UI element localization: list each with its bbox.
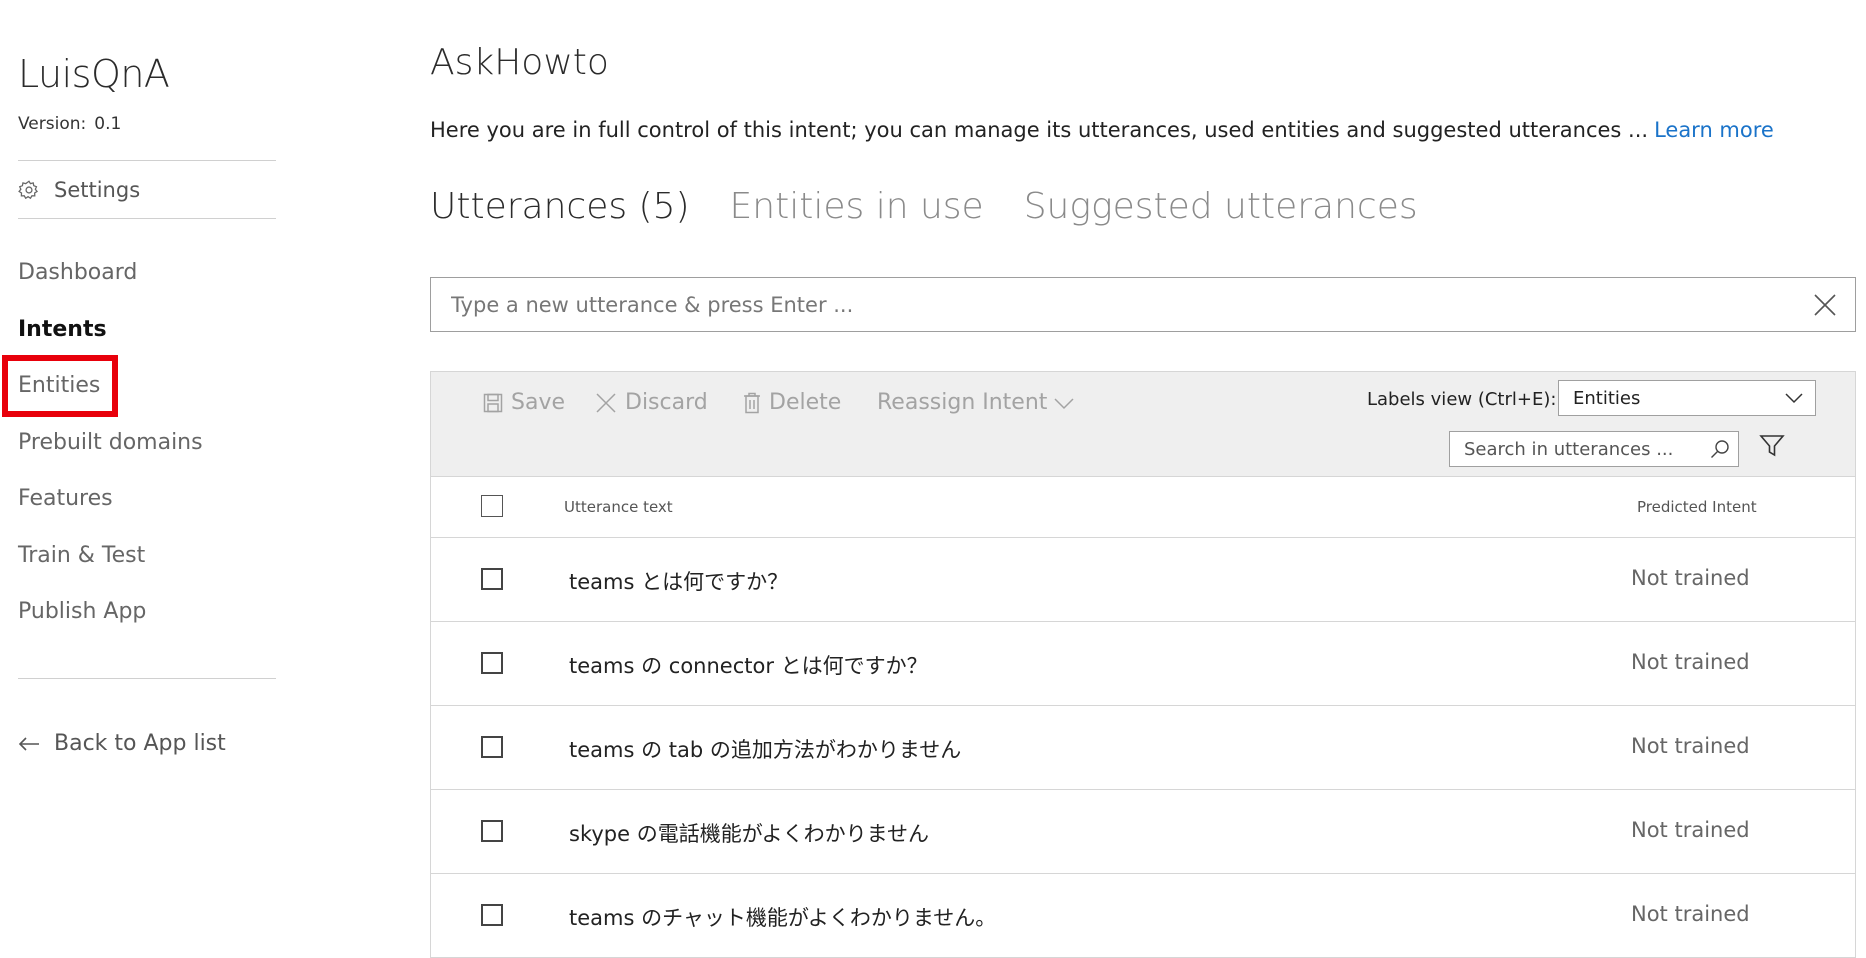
table-row: teams の connector とは何ですか？ Not trained — [431, 622, 1855, 706]
labels-view-value: Entities — [1573, 387, 1641, 409]
predicted-intent: Not trained — [1631, 818, 1750, 842]
intent-description: Here you are in full control of this int… — [430, 118, 1774, 142]
delete-label: Delete — [769, 390, 842, 415]
predicted-intent: Not trained — [1631, 734, 1750, 758]
save-label: Save — [511, 390, 566, 415]
tab-entities-in-use[interactable]: Entities in use — [730, 186, 984, 227]
version-label: Version: — [18, 114, 87, 134]
table-row: teams とは何ですか？ Not trained — [431, 538, 1855, 622]
app-name: LuisQnA — [18, 52, 170, 96]
clear-button[interactable] — [1795, 278, 1855, 331]
predicted-intent: Not trained — [1631, 902, 1750, 926]
back-to-app-list-link[interactable]: Back to App list — [18, 731, 226, 756]
labels-view-select[interactable]: Entities — [1558, 380, 1816, 416]
learn-more-link[interactable]: Learn more — [1654, 118, 1774, 142]
chevron-down-icon — [1054, 397, 1074, 409]
close-icon — [596, 392, 616, 413]
column-header-predicted-intent: Predicted Intent — [1637, 498, 1757, 516]
save-button[interactable]: Save — [483, 390, 565, 415]
sidebar-item-intents[interactable]: Intents — [18, 317, 107, 342]
row-checkbox[interactable] — [481, 736, 503, 758]
utterance-text[interactable]: teams の connector とは何ですか？ — [569, 650, 928, 680]
row-checkbox[interactable] — [481, 904, 503, 926]
search-button[interactable] — [1702, 439, 1738, 459]
gear-icon — [18, 180, 39, 200]
tab-suggested-utterances[interactable]: Suggested utterances — [1024, 186, 1418, 227]
back-label: Back to App list — [54, 731, 226, 756]
new-utterance-input[interactable] — [431, 277, 1795, 332]
table-row: teams のチャット機能がよくわかりません。 Not trained — [431, 874, 1855, 957]
sidebar-divider — [18, 218, 276, 219]
column-header-utterance: Utterance text — [564, 498, 673, 516]
row-checkbox[interactable] — [481, 652, 503, 674]
discard-label: Discard — [625, 390, 708, 415]
grid-toolbar: Save Discard Delete Reassign Intent Labe… — [431, 372, 1855, 477]
settings-label: Settings — [54, 178, 141, 202]
discard-button[interactable]: Discard — [595, 390, 708, 415]
settings-link[interactable]: Settings — [18, 178, 140, 202]
sidebar-item-publish-app[interactable]: Publish App — [18, 599, 146, 624]
tab-bar: Utterances (5) Entities in use Suggested… — [430, 186, 1458, 227]
highlight-box — [2, 355, 118, 417]
search-utterances-input[interactable] — [1450, 437, 1702, 461]
sidebar-divider — [18, 160, 276, 161]
row-checkbox[interactable] — [481, 820, 503, 842]
version-value: 0.1 — [94, 114, 122, 134]
sidebar-item-dashboard[interactable]: Dashboard — [18, 260, 137, 285]
select-all-checkbox[interactable] — [481, 495, 503, 517]
utterance-text[interactable]: teams のチャット機能がよくわかりません。 — [569, 902, 996, 932]
search-icon — [1711, 440, 1729, 458]
sidebar: LuisQnA Version: 0.1 Settings Dashboard I… — [0, 0, 300, 951]
description-text: Here you are in full control of this int… — [430, 118, 1649, 142]
reassign-label: Reassign Intent — [877, 390, 1048, 415]
labels-view-label: Labels view (Ctrl+E): — [1367, 389, 1557, 410]
filter-button[interactable] — [1759, 434, 1785, 462]
search-utterances-box — [1449, 431, 1739, 467]
filter-icon — [1759, 435, 1785, 457]
trash-icon — [744, 392, 760, 413]
utterances-grid: Save Discard Delete Reassign Intent Labe… — [430, 371, 1856, 958]
row-checkbox[interactable] — [481, 568, 503, 590]
table-row: skype の電話機能がよくわかりません Not trained — [431, 790, 1855, 874]
predicted-intent: Not trained — [1631, 566, 1750, 590]
sidebar-item-prebuilt-domains[interactable]: Prebuilt domains — [18, 430, 203, 455]
utterance-text[interactable]: teams とは何ですか？ — [569, 566, 788, 596]
app-version: Version: 0.1 — [18, 114, 121, 134]
save-icon — [483, 393, 503, 412]
delete-button[interactable]: Delete — [743, 390, 841, 415]
sidebar-item-features[interactable]: Features — [18, 486, 113, 511]
reassign-intent-button[interactable]: Reassign Intent — [877, 390, 1075, 415]
close-icon — [1814, 293, 1836, 316]
tab-utterances[interactable]: Utterances (5) — [430, 186, 690, 227]
table-row: teams の tab の追加方法がわかりません Not trained — [431, 706, 1855, 790]
predicted-intent: Not trained — [1631, 650, 1750, 674]
arrow-left-icon — [18, 736, 39, 751]
utterance-text[interactable]: skype の電話機能がよくわかりません — [569, 818, 929, 848]
table-header: Utterance text Predicted Intent — [431, 477, 1855, 538]
sidebar-divider — [18, 678, 276, 679]
page-title: AskHowto — [430, 42, 609, 83]
utterance-text[interactable]: teams の tab の追加方法がわかりません — [569, 734, 961, 764]
chevron-down-icon — [1785, 393, 1803, 404]
sidebar-item-train-test[interactable]: Train & Test — [18, 543, 145, 568]
new-utterance-box — [430, 277, 1856, 332]
